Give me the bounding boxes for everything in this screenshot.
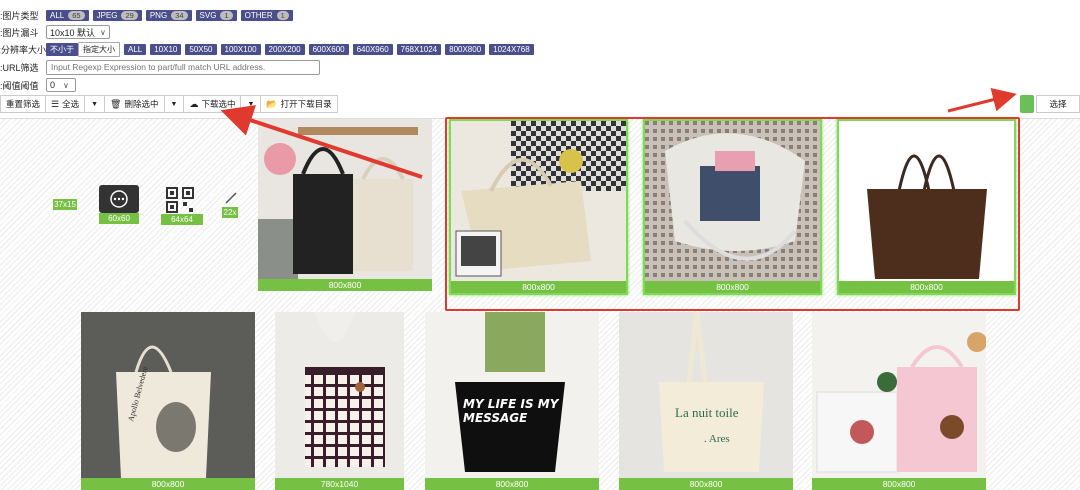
image-tile[interactable]: 800x800	[812, 312, 986, 490]
apollo-print-tote-image: Apollo Belvedere	[81, 312, 255, 478]
print-ares: . Ares	[704, 433, 730, 445]
chip-png[interactable]: PNG 34	[145, 9, 192, 21]
chip-600x600[interactable]: 600X600	[308, 43, 349, 55]
chat-bubble-icon[interactable]	[99, 185, 139, 213]
print-message: MY LIFE IS MY MESSAGE	[463, 397, 559, 425]
url-filter-label: URL筛选:	[0, 62, 39, 73]
url-regex-input[interactable]	[46, 59, 320, 75]
select-button[interactable]: 选择	[1036, 95, 1080, 113]
filter-toolbar: 图片类型: ALL 65 JPEG 29 PNG 34 SVG 1 OTHER 1 图片漏…	[0, 0, 1080, 118]
resolution-row: 分辨率大小: 不小于 指定大小 ALL 10X10 50X50 100X100 …	[0, 41, 538, 57]
la-nuit-toile-tote-image: La nuit toile . Ares	[619, 312, 793, 478]
chip-768x1024[interactable]: 768X1024	[396, 43, 442, 55]
open-canvas-tote-image	[645, 121, 820, 281]
image-tile[interactable]: MY LIFE IS MY MESSAGE 800x800	[425, 312, 599, 490]
image-size-caption: 800x800	[258, 279, 432, 291]
small-image-caption: 22x	[222, 207, 238, 218]
image-tile[interactable]: Apollo Belvedere 800x800	[81, 312, 255, 490]
image-size-caption: 800x800	[645, 281, 820, 293]
chip-200x200[interactable]: 200X200	[264, 43, 305, 55]
funnel-row: 图片漏斗: 10x10 默认 ∨	[0, 25, 110, 39]
pink-bear-tote-image	[812, 312, 986, 478]
my-life-is-my-message-tote-image: MY LIFE IS MY MESSAGE	[425, 312, 599, 478]
folder-open-icon: 📂	[266, 98, 278, 109]
small-image-caption: 60x60	[99, 213, 139, 224]
caret-down-icon: ▼	[247, 100, 255, 108]
image-size-caption: 800x800	[451, 281, 626, 293]
chip-svg[interactable]: SVG 1	[195, 9, 237, 21]
caret-down-icon: ▼	[170, 100, 178, 108]
cloud-download-icon: ☁	[189, 98, 199, 109]
threshold-label: 阈值阈值:	[0, 80, 39, 91]
image-tile[interactable]: La nuit toile . Ares 800x800	[619, 312, 793, 490]
url-filter-row: URL筛选:	[0, 59, 320, 75]
image-size-caption: 800x800	[839, 281, 1014, 293]
chip-other[interactable]: OTHER 1	[240, 9, 293, 21]
chip-1024x768[interactable]: 1024X768	[489, 43, 534, 55]
funnel-label: 图片漏斗:	[0, 27, 39, 38]
image-size-caption: 800x800	[425, 478, 599, 490]
image-tile-selected[interactable]: 800x800	[837, 119, 1016, 295]
qr-code-icon[interactable]	[163, 186, 199, 214]
list-icon: ☰	[51, 98, 60, 109]
print-nuit: La nuit toile	[675, 405, 739, 420]
download-selected-button[interactable]: ☁ 下载选中	[184, 95, 242, 113]
chip-640x960[interactable]: 640X960	[352, 43, 393, 55]
type-filter-row: 图片类型: ALL 65 JPEG 29 PNG 34 SVG 1 OTHER 1	[0, 8, 297, 22]
chip-specified-size[interactable]: 指定大小	[78, 41, 120, 57]
chip-800x800[interactable]: 800X800	[445, 43, 486, 55]
brown-tote-image	[839, 121, 1014, 281]
image-size-caption: 800x800	[619, 478, 793, 490]
chip-100x100[interactable]: 100X100	[220, 43, 261, 55]
image-tile-selected[interactable]: 800x800	[643, 119, 822, 295]
chip-10x10[interactable]: 10X10	[150, 43, 182, 55]
chip-all[interactable]: ALL 65	[46, 9, 89, 21]
chip-50x50[interactable]: 50X50	[185, 43, 217, 55]
funnel-select[interactable]: 10x10 默认 ∨	[46, 25, 110, 39]
resolution-label: 分辨率大小:	[0, 44, 46, 55]
chip-not-less-than[interactable]: 不小于	[46, 42, 78, 56]
image-tile[interactable]: 780x1040	[275, 312, 404, 490]
select-all-dropdown[interactable]: ▼	[85, 95, 106, 113]
chip-res-all[interactable]: ALL	[124, 43, 147, 55]
image-size-caption: 800x800	[81, 478, 255, 490]
checkered-tote-image	[275, 312, 404, 478]
bags-on-hooks-image	[258, 119, 432, 279]
small-image-caption: 64x64	[161, 214, 203, 225]
threshold-select[interactable]: 0 ∨	[46, 78, 76, 92]
image-size-caption: 780x1040	[275, 478, 404, 490]
chevron-down-icon: ∨	[100, 27, 106, 37]
delete-selected-button[interactable]: 🗑 删除选中	[105, 95, 165, 113]
cream-tote-on-plaid-image	[451, 121, 626, 281]
image-grid: 37x15 60x60 64x64 22x 800x800 800x800 80…	[0, 118, 1080, 490]
image-tile-selected[interactable]: 800x800	[449, 119, 628, 295]
select-mode-toggle[interactable]	[1020, 95, 1034, 113]
select-all-button[interactable]: ☰ 全选	[46, 95, 86, 113]
type-filter-label: 图片类型:	[0, 10, 39, 21]
threshold-row: 阈值阈值: 0 ∨	[0, 78, 76, 92]
trash-icon: 🗑	[110, 98, 122, 109]
delete-dropdown[interactable]: ▼	[164, 95, 185, 113]
pencil-icon[interactable]	[224, 191, 238, 205]
small-image-caption: 37x15	[53, 199, 77, 210]
open-download-folder-button[interactable]: 📂 打开下载目录	[261, 95, 338, 113]
download-dropdown[interactable]: ▼	[241, 95, 262, 113]
chip-jpeg[interactable]: JPEG 29	[92, 9, 142, 21]
action-button-bar: 重置筛选 ☰ 全选 ▼ 🗑 删除选中 ▼ ☁ 下载选中 ▼ 📂 打开下载目录	[0, 95, 338, 113]
image-tile[interactable]: 800x800	[258, 119, 432, 291]
reset-filter-button[interactable]: 重置筛选	[0, 95, 47, 113]
image-size-caption: 800x800	[812, 478, 986, 490]
chevron-down-icon: ∨	[63, 80, 69, 90]
caret-down-icon: ▼	[91, 100, 99, 108]
